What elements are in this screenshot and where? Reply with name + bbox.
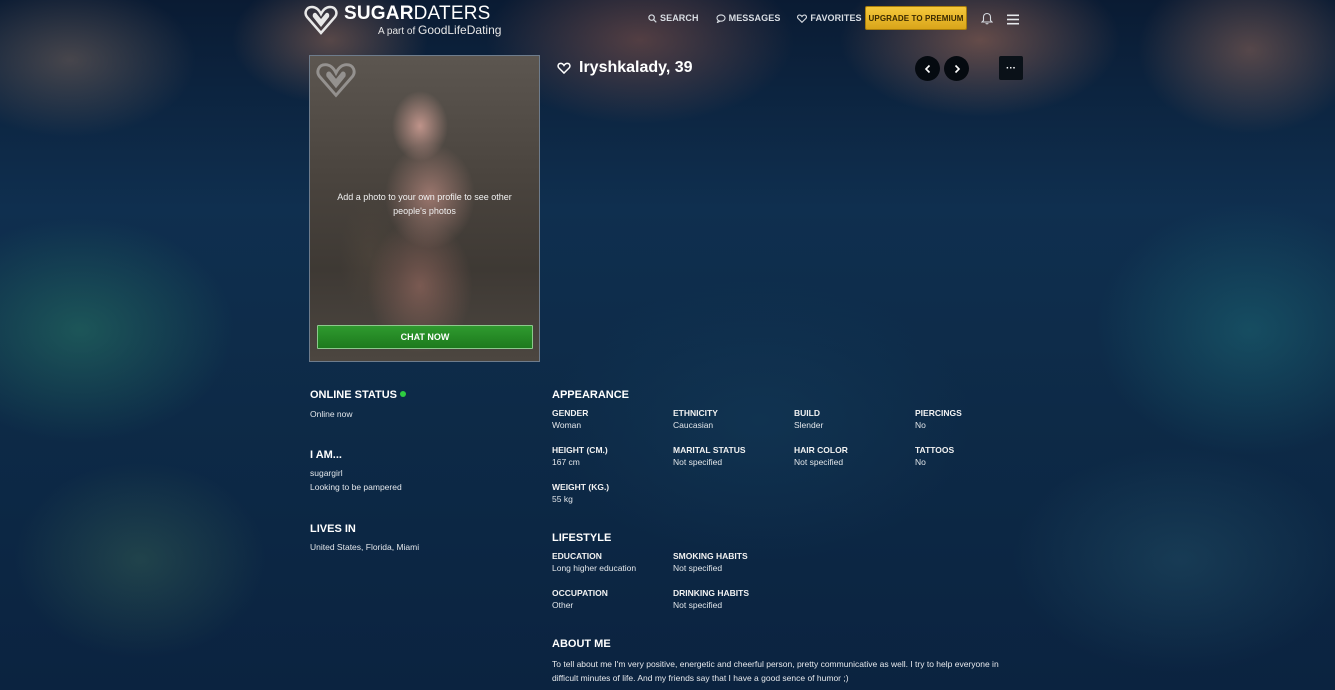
sugardaters-logo[interactable]: SUGARDATERS A part of GoodLifeDating [304, 4, 501, 36]
main-nav: SEARCH MESSAGES FAVORITES [648, 6, 879, 30]
attr-label: OCCUPATION [552, 588, 608, 598]
previous-profile-button[interactable] [915, 56, 940, 81]
upgrade-premium-button[interactable]: UPGRADE TO PREMIUM [865, 6, 967, 30]
attr-piercings: PIERCINGS No [915, 408, 962, 432]
attr-hair-color: HAIR COLOR Not specified [794, 445, 848, 469]
brand-name: SUGARDATERS [344, 2, 491, 24]
attr-label: PIERCINGS [915, 408, 962, 418]
attr-value: Long higher education [552, 563, 637, 573]
chat-now-button[interactable]: CHAT NOW [317, 325, 533, 349]
attr-weight: WEIGHT (KG.) 55 kg [552, 482, 609, 506]
attr-value: Not specified [794, 457, 844, 467]
brand-tagline: A part of GoodLifeDating [378, 22, 502, 37]
attr-marital-status: MARITAL STATUS Not specified [673, 445, 746, 469]
heart-logo-icon [304, 5, 338, 35]
attr-value: Other [552, 600, 574, 610]
attr-value: Slender [794, 420, 824, 430]
i-am-title: I AM... [310, 449, 342, 461]
attr-label: SMOKING HABITS [673, 551, 748, 561]
attr-value: Caucasian [673, 420, 714, 430]
nav-search-label: SEARCH [660, 13, 699, 23]
chevron-left-icon [924, 64, 930, 73]
attr-drinking-habits: DRINKING HABITS Not specified [673, 588, 749, 612]
watermark-heart-icon [316, 63, 356, 98]
profile-photo-card: Add a photo to your own profile to see o… [309, 55, 540, 362]
appearance-title: APPEARANCE [552, 389, 630, 401]
hamburger-menu-icon[interactable] [1007, 14, 1019, 25]
next-profile-button[interactable] [944, 56, 969, 81]
bell-icon[interactable] [981, 12, 993, 25]
attr-value: No [915, 457, 926, 467]
i-am-section: I AM... sugargirl Looking to be pampered [310, 449, 402, 494]
attr-value: Not specified [673, 600, 723, 610]
about-me-line2: difficult minutes of life. And my friend… [552, 673, 849, 683]
more-options-button[interactable]: ··· [999, 56, 1023, 80]
nav-favorites-label: FAVORITES [810, 13, 862, 23]
attr-ethnicity: ETHNICITY Caucasian [673, 408, 718, 432]
blurred-background [0, 0, 1335, 690]
nav-messages[interactable]: MESSAGES [716, 13, 781, 23]
attr-label: WEIGHT (KG.) [552, 482, 610, 492]
nav-search[interactable]: SEARCH [648, 13, 699, 23]
attr-build: BUILD Slender [794, 408, 823, 432]
attr-label: MARITAL STATUS [673, 445, 746, 455]
heart-icon [797, 13, 808, 23]
lives-in-value: United States, Florida, Miami [310, 542, 420, 552]
i-am-line1: sugargirl [310, 468, 343, 478]
nav-favorites[interactable]: FAVORITES [797, 13, 862, 23]
attr-tattoos: TATTOOS No [915, 445, 954, 469]
attr-label: BUILD [794, 408, 820, 418]
attr-label: TATTOOS [915, 445, 955, 455]
attr-value: Not specified [673, 563, 723, 573]
attr-value: 167 cm [552, 457, 580, 467]
online-dot [399, 391, 406, 397]
online-status-value: Online now [310, 409, 353, 419]
attr-occupation: OCCUPATION Other [552, 588, 608, 612]
attr-education: EDUCATION Long higher education [552, 551, 636, 575]
profile-header: Iryshkalady, 39 [557, 59, 693, 77]
search-icon [648, 13, 657, 23]
about-me-text: To tell about me I'm very positive, ener… [552, 657, 1032, 685]
about-me-title: ABOUT ME [552, 638, 611, 650]
top-navigation-bar: SUGARDATERS A part of GoodLifeDating SEA… [0, 0, 1335, 40]
lives-in-title: LIVES IN [310, 523, 356, 535]
photo-locked-note: Add a photo to your own profile to see o… [337, 192, 512, 216]
attr-label: HEIGHT (CM.) [552, 445, 608, 455]
lives-in-section: LIVES IN United States, Florida, Miami [310, 523, 419, 554]
attr-label: HAIR COLOR [794, 445, 848, 455]
attr-value: Not specified [673, 457, 723, 467]
attr-gender: GENDER Woman [552, 408, 588, 432]
attr-value: Woman [552, 420, 582, 430]
favorite-heart-icon[interactable] [557, 62, 571, 74]
attr-value: 55 kg [552, 494, 573, 504]
chevron-right-icon [954, 64, 960, 73]
i-am-line2: Looking to be pampered [310, 482, 402, 492]
attr-label: DRINKING HABITS [673, 588, 750, 598]
attr-value: No [915, 420, 926, 430]
attr-height: HEIGHT (CM.) 167 cm [552, 445, 608, 469]
attr-label: GENDER [552, 408, 589, 418]
online-status-section: ONLINE STATUS Online now [310, 389, 406, 421]
about-me-line1: To tell about me I'm very positive, ener… [552, 659, 999, 669]
lifestyle-title: LIFESTYLE [552, 532, 612, 544]
attr-label: EDUCATION [552, 551, 602, 561]
attr-smoking-habits: SMOKING HABITS Not specified [673, 551, 748, 575]
online-status-title: ONLINE STATUS [310, 389, 406, 401]
attr-label: ETHNICITY [673, 408, 718, 418]
profile-name: Iryshkalady, 39 [579, 59, 693, 76]
chat-bubble-icon [716, 13, 726, 23]
nav-messages-label: MESSAGES [728, 13, 781, 23]
